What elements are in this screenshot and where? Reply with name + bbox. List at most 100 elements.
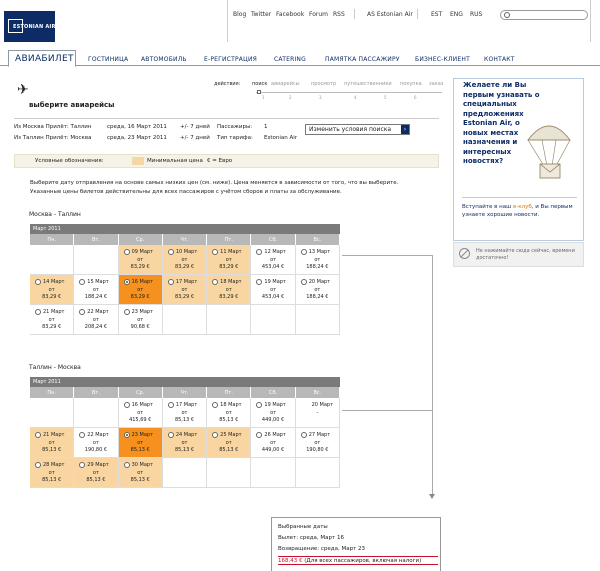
no-entry-icon xyxy=(459,248,470,259)
day-radio[interactable] xyxy=(35,279,41,285)
calendar-day-cell[interactable]: 22 Март от 208,24 € xyxy=(74,305,119,335)
calendar-day-cell[interactable]: 21 Март от 83,29 € xyxy=(30,305,75,335)
calendar-day-cell[interactable]: 13 Март от 188,24 € xyxy=(295,245,340,275)
price-from: от xyxy=(137,257,144,263)
nav-hotel[interactable]: ГОСТИНИЦА xyxy=(88,56,128,63)
top-link-rss[interactable]: RSS xyxy=(333,11,345,18)
day-radio[interactable] xyxy=(123,402,130,408)
day-radio[interactable] xyxy=(212,432,219,438)
calendar-day-cell[interactable]: 17 Март от 85,13 € xyxy=(162,398,208,428)
day-radio[interactable] xyxy=(256,402,263,408)
nav-business[interactable]: БИЗНЕС-КЛИЕНТ xyxy=(415,56,470,63)
day-radio[interactable] xyxy=(79,309,86,315)
calendar-day-cell[interactable]: 15 Март от 188,24 € xyxy=(74,275,119,305)
lang-est[interactable]: EST xyxy=(431,11,442,18)
nav-catering[interactable]: CATERING xyxy=(274,56,306,63)
eclub-link[interactable]: e-клуб xyxy=(513,204,532,210)
calendar-week-row: 21 Март от 85,13 €22 Март от 190,80 €23 Март… xyxy=(30,428,340,458)
day-radio[interactable] xyxy=(167,402,174,408)
calendar-day-cell[interactable]: 17 Март от 83,29 € xyxy=(162,275,208,305)
top-link-forum[interactable]: Forum xyxy=(309,11,328,18)
tab-flight[interactable]: АВИАБИЛЕТ xyxy=(8,50,76,67)
day-radio[interactable] xyxy=(167,432,174,438)
calendar-week-row: 21 Март от 83,29 €22 Март от 208,24 €23 Март… xyxy=(30,305,340,335)
estonian-air-logo[interactable]: ESTONIAN AIR xyxy=(4,11,55,42)
step-search[interactable]: поиск xyxy=(252,81,267,87)
day-radio[interactable] xyxy=(123,462,130,468)
top-link-twitter[interactable]: Twitter xyxy=(251,11,271,18)
lang-eng[interactable]: ENG xyxy=(450,11,463,18)
nav-car[interactable]: АВТОМОБИЛЬ xyxy=(141,56,187,63)
day-radio[interactable] xyxy=(167,249,174,255)
day-price: 85,13 € xyxy=(174,417,195,423)
price-from: от xyxy=(92,470,99,476)
calendar-day-cell[interactable]: 29 Март от 85,13 € xyxy=(74,458,119,488)
calendar-day-cell[interactable]: 30 Март от 85,13 € xyxy=(118,458,163,488)
day-radio[interactable] xyxy=(212,249,219,255)
calendar-day-cell[interactable]: 24 Март от 85,13 € xyxy=(162,428,208,458)
nav-checkin[interactable]: E-РЕГИСТРАЦИЯ xyxy=(204,56,257,63)
calendar-empty-cell xyxy=(30,398,75,428)
day-radio[interactable] xyxy=(300,432,307,438)
calendar-day-cell[interactable]: 18 Март от 85,13 € xyxy=(207,398,252,428)
calendar-day-cell[interactable]: 19 Март от 449,00 € xyxy=(251,398,296,428)
calendar-day-cell[interactable]: 19 Март от 453,04 € xyxy=(251,275,296,305)
calendar-day-cell[interactable]: 26 Март от 449,00 € xyxy=(251,428,296,458)
calendar-day-cell[interactable]: 22 Март от 190,80 € xyxy=(74,428,119,458)
ret-flex: +/- 7 дней xyxy=(180,135,210,141)
calendar-day-cell[interactable]: 28 Март от 85,13 € xyxy=(30,458,75,488)
calendar-day-cell[interactable]: 27 Март от 190,80 € xyxy=(295,428,340,458)
day-radio[interactable] xyxy=(79,462,86,468)
calendar-day-cell[interactable]: 23 Март от 90,68 € xyxy=(118,305,163,335)
out-flex: +/- 7 дней xyxy=(180,124,210,130)
day-radio[interactable] xyxy=(123,279,130,285)
promo-footer[interactable]: Не нажимайте сюда сейчас, времени достат… xyxy=(453,242,584,267)
day-radio[interactable] xyxy=(212,279,219,285)
calendar-day-cell[interactable]: 09 Март от 83,29 € xyxy=(118,245,163,275)
calendar-day-cell[interactable]: 20 Март от 188,24 € xyxy=(295,275,340,305)
day-radio[interactable] xyxy=(35,309,41,315)
nav-passenger-info[interactable]: ПАМЯТКА ПАССАЖИРУ xyxy=(325,56,400,63)
day-radio[interactable] xyxy=(300,279,307,285)
day-radio[interactable] xyxy=(123,249,130,255)
calendar-day-cell[interactable]: 16 Март от 415,69 € xyxy=(118,398,163,428)
day-radio[interactable] xyxy=(256,279,263,285)
calendar-day-cell[interactable]: 10 Март от 83,29 € xyxy=(162,245,208,275)
day-radio[interactable] xyxy=(300,249,307,255)
price-from: от xyxy=(225,257,232,263)
calendar-day-cell[interactable]: 12 Март от 453,04 € xyxy=(251,245,296,275)
calendar-day-cell[interactable]: 16 Март от 83,29 € xyxy=(118,275,163,305)
calendar-day-cell[interactable]: 23 Март от 85,13 € xyxy=(118,428,163,458)
day-price: 83,29 € xyxy=(219,264,239,270)
day-label: 20 Март xyxy=(311,402,333,408)
day-radio[interactable] xyxy=(256,432,263,438)
top-link-facebook[interactable]: Facebook xyxy=(276,11,304,18)
calendar-week-row: 16 Март от 415,69 €17 Март от 85,13 €18 Март… xyxy=(30,398,340,428)
day-label: 16 Март xyxy=(131,279,153,285)
day-radio[interactable] xyxy=(35,462,41,468)
day-radio[interactable] xyxy=(123,432,130,438)
search-input[interactable] xyxy=(500,10,588,20)
day-radio[interactable] xyxy=(167,279,174,285)
calendar-day-cell[interactable]: 25 Март от 85,13 € xyxy=(207,428,252,458)
top-link-blog[interactable]: Blog xyxy=(233,11,246,18)
price-from: от xyxy=(92,317,99,323)
day-radio[interactable] xyxy=(79,432,86,438)
day-radio[interactable] xyxy=(123,309,130,315)
day-radio[interactable] xyxy=(212,402,219,408)
lang-rus[interactable]: RUS xyxy=(470,11,482,18)
calendar-day-cell[interactable]: 21 Март от 85,13 € xyxy=(30,428,75,458)
calendar-week-row: 28 Март от 85,13 €29 Март от 85,13 €30 Март о… xyxy=(30,458,340,488)
change-search-button[interactable]: Изменить условия поиска › xyxy=(305,124,410,135)
calendar-day-cell[interactable]: 18 Март от 83,29 € xyxy=(207,275,252,305)
day-radio[interactable] xyxy=(79,279,86,285)
calendar-day-cell[interactable]: 11 Март от 83,29 € xyxy=(207,245,252,275)
header-divider xyxy=(227,0,228,42)
calendar-day-cell[interactable]: 14 Март от 83,29 € xyxy=(30,275,75,305)
day-radio[interactable] xyxy=(256,249,263,255)
nav-contact[interactable]: КОНТАКТ xyxy=(484,56,515,63)
price-from: от xyxy=(181,410,188,416)
top-link-company[interactable]: AS Estonian Air xyxy=(367,11,413,18)
day-radio[interactable] xyxy=(35,432,41,438)
promo-cta: Вступайте в наш e-клуб, и Вы первым узна… xyxy=(462,204,578,219)
